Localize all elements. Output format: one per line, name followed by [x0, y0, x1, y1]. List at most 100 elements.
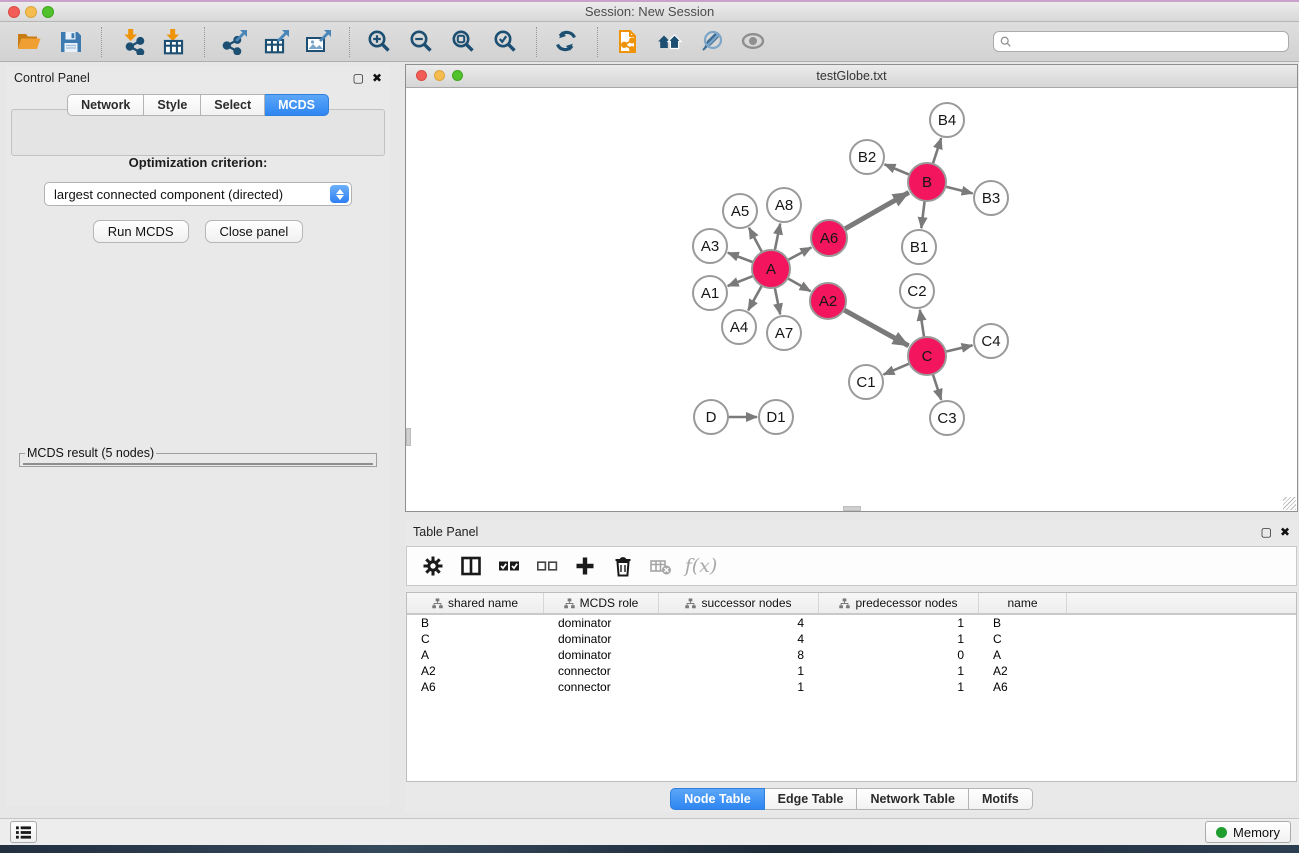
- edge-A-A6[interactable]: [786, 247, 811, 261]
- delete-column-trash-icon[interactable]: [609, 552, 637, 580]
- add-column-plus-icon[interactable]: [571, 552, 599, 580]
- node-C2[interactable]: C2: [900, 274, 934, 308]
- network-canvas[interactable]: A B C A2 A6 A1 A3 A4 A5 A7 A8 B1 B2 B3 B…: [406, 88, 1297, 511]
- export-table-icon[interactable]: [262, 27, 292, 57]
- column-header-successor-nodes[interactable]: successor nodes: [659, 593, 819, 613]
- node-A[interactable]: A: [752, 250, 790, 288]
- float-panel-icon[interactable]: ▢: [353, 72, 364, 84]
- network-minimize-button[interactable]: [434, 70, 445, 81]
- zoom-window-button[interactable]: [42, 6, 54, 18]
- close-table-panel-icon[interactable]: ✖: [1280, 526, 1290, 538]
- node-D[interactable]: D: [694, 400, 728, 434]
- table-row[interactable]: Bdominator41B: [407, 615, 1296, 631]
- tab-style[interactable]: Style: [144, 94, 201, 116]
- table-row[interactable]: Cdominator41C: [407, 631, 1296, 647]
- network-horizontal-scrollbar[interactable]: [843, 506, 861, 511]
- edge-A-A5[interactable]: [749, 228, 763, 254]
- network-zoom-button[interactable]: [452, 70, 463, 81]
- edge-C-C2[interactable]: [920, 310, 925, 339]
- edge-A-A2[interactable]: [786, 277, 811, 291]
- node-A6[interactable]: A6: [811, 220, 847, 256]
- export-image-icon[interactable]: [304, 27, 334, 57]
- network-graph[interactable]: A B C A2 A6 A1 A3 A4 A5 A7 A8 B1 B2 B3 B…: [406, 88, 1297, 511]
- tab-edge-table[interactable]: Edge Table: [765, 788, 858, 810]
- network-close-button[interactable]: [416, 70, 427, 81]
- run-mcds-button[interactable]: Run MCDS: [93, 220, 189, 243]
- node-B[interactable]: B: [908, 163, 946, 201]
- minimize-window-button[interactable]: [25, 6, 37, 18]
- search-input[interactable]: [993, 31, 1289, 52]
- task-history-button[interactable]: [10, 821, 37, 843]
- node-B1[interactable]: B1: [902, 230, 936, 264]
- node-D1[interactable]: D1: [759, 400, 793, 434]
- node-C4[interactable]: C4: [974, 324, 1008, 358]
- edge-B-B3[interactable]: [944, 186, 973, 193]
- column-header-shared-name[interactable]: shared name: [407, 593, 544, 613]
- node-A7[interactable]: A7: [767, 316, 801, 350]
- tab-mcds[interactable]: MCDS: [265, 94, 329, 116]
- edge-A2-C[interactable]: [842, 309, 909, 346]
- eye-icon[interactable]: [739, 27, 769, 57]
- close-panel-icon[interactable]: ✖: [372, 72, 382, 84]
- node-C1[interactable]: C1: [849, 365, 883, 399]
- edge-A-A3[interactable]: [728, 253, 755, 263]
- tab-node-table[interactable]: Node Table: [670, 788, 764, 810]
- memory-button[interactable]: Memory: [1205, 821, 1291, 843]
- node-A8[interactable]: A8: [767, 188, 801, 222]
- import-table-icon[interactable]: [159, 27, 189, 57]
- zoom-out-icon[interactable]: [407, 27, 437, 57]
- edge-A-A8[interactable]: [774, 224, 780, 253]
- edge-C-C3[interactable]: [932, 372, 941, 400]
- edge-A6-B[interactable]: [843, 192, 909, 230]
- edge-B-B2[interactable]: [885, 164, 912, 175]
- tab-select[interactable]: Select: [201, 94, 265, 116]
- column-header-MCDS-role[interactable]: MCDS role: [544, 593, 659, 613]
- open-folder-icon[interactable]: [14, 27, 44, 57]
- tab-network[interactable]: Network: [67, 94, 144, 116]
- home-icon[interactable]: [655, 27, 685, 57]
- new-network-from-file-icon[interactable]: [613, 27, 643, 57]
- edge-A-A1[interactable]: [728, 275, 756, 286]
- deselect-all-checkboxes-icon[interactable]: [533, 552, 561, 580]
- node-A5[interactable]: A5: [723, 194, 757, 228]
- edge-C-C4[interactable]: [944, 345, 973, 352]
- mcds-result-list[interactable]: A2ABCA6: [23, 463, 373, 465]
- column-header-name[interactable]: name: [979, 593, 1067, 613]
- close-window-button[interactable]: [8, 6, 20, 18]
- zoom-selected-icon[interactable]: [491, 27, 521, 57]
- export-network-icon[interactable]: [220, 27, 250, 57]
- column-layout-icon[interactable]: [457, 552, 485, 580]
- table-row[interactable]: A2connector11A2: [407, 663, 1296, 679]
- node-C3[interactable]: C3: [930, 401, 964, 435]
- window-resize-grip[interactable]: [1283, 497, 1296, 510]
- network-window-titlebar[interactable]: testGlobe.txt: [406, 65, 1297, 88]
- optimization-criterion-select[interactable]: largest connected component (directed): [44, 182, 352, 206]
- edge-B-B4[interactable]: [932, 138, 941, 166]
- edge-C-C1[interactable]: [884, 363, 912, 375]
- tab-network-table[interactable]: Network Table: [857, 788, 969, 810]
- node-A1[interactable]: A1: [693, 276, 727, 310]
- node-B2[interactable]: B2: [850, 140, 884, 174]
- float-table-panel-icon[interactable]: ▢: [1261, 526, 1272, 538]
- node-table[interactable]: shared nameMCDS rolesuccessor nodesprede…: [406, 592, 1297, 782]
- marker-pen-icon[interactable]: [697, 27, 727, 57]
- table-row[interactable]: A6connector11A6: [407, 679, 1296, 695]
- table-row[interactable]: Adominator80A: [407, 647, 1296, 663]
- node-A4[interactable]: A4: [722, 310, 756, 344]
- close-panel-button[interactable]: Close panel: [205, 220, 304, 243]
- zoom-in-icon[interactable]: [365, 27, 395, 57]
- edge-B-B1[interactable]: [921, 199, 925, 228]
- select-all-checkboxes-icon[interactable]: [495, 552, 523, 580]
- edge-A-A7[interactable]: [774, 286, 780, 315]
- import-network-icon[interactable]: [117, 27, 147, 57]
- node-B3[interactable]: B3: [974, 181, 1008, 215]
- save-floppy-icon[interactable]: [56, 27, 86, 57]
- zoom-fit-icon[interactable]: [449, 27, 479, 57]
- tab-motifs[interactable]: Motifs: [969, 788, 1033, 810]
- node-B4[interactable]: B4: [930, 103, 964, 137]
- node-A3[interactable]: A3: [693, 229, 727, 263]
- edge-A-A4[interactable]: [748, 284, 763, 311]
- network-vertical-scrollbar[interactable]: [406, 428, 411, 446]
- column-header-predecessor-nodes[interactable]: predecessor nodes: [819, 593, 979, 613]
- node-C[interactable]: C: [908, 337, 946, 375]
